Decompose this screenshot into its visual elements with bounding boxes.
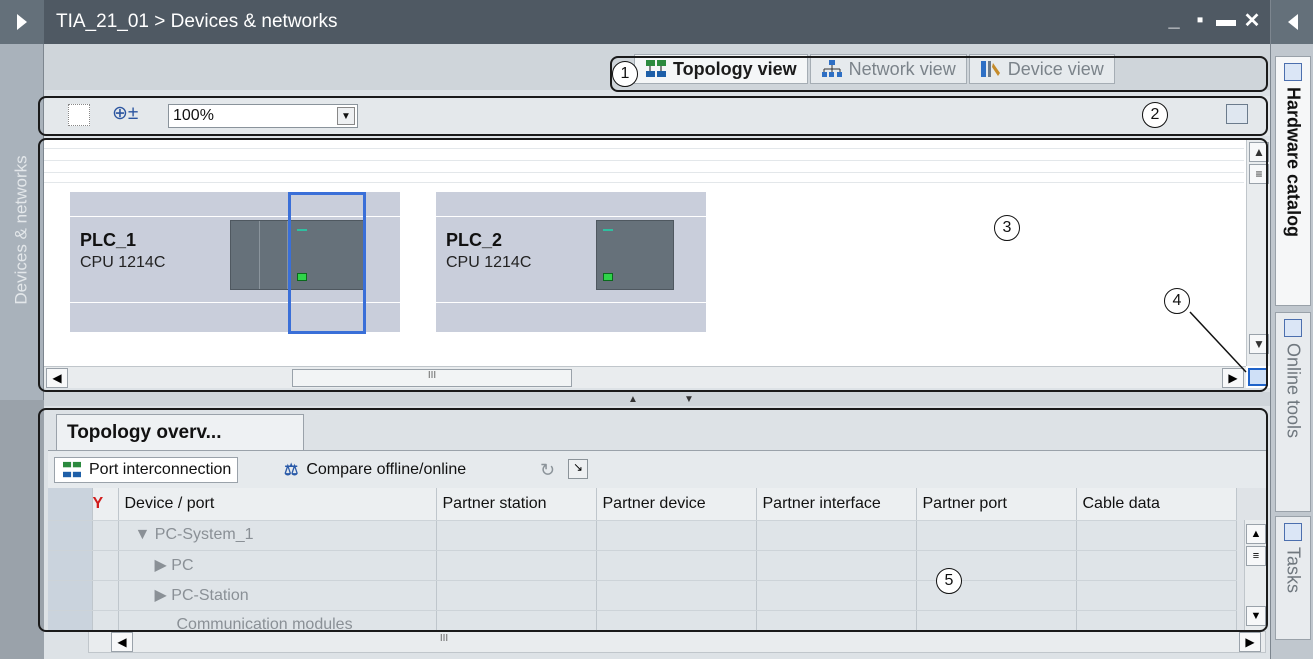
expand-project-panel-button[interactable] <box>0 0 44 44</box>
callout-4-leader <box>1189 311 1247 373</box>
callout-box-3 <box>38 138 1268 392</box>
tasks-label: Tasks <box>1283 547 1304 594</box>
callout-box-1 <box>610 56 1268 92</box>
window-controls: _ ▪ ▬ ✕ <box>1164 8 1262 33</box>
collapse-left-icon <box>1287 14 1298 30</box>
tia-portal-window: Devices & networks TIA_21_01 > Devices &… <box>0 0 1313 659</box>
tab-tasks[interactable]: Tasks <box>1275 516 1311 640</box>
catalog-icon <box>1284 63 1302 81</box>
splitter-up-icon[interactable]: ▲ <box>628 394 638 405</box>
tab-online-tools[interactable]: Online tools <box>1275 312 1311 512</box>
scroll-thumb[interactable]: III <box>119 633 769 651</box>
online-tools-label: Online tools <box>1283 343 1304 439</box>
task-cards-panel: Hardware catalog Online tools Tasks <box>1270 0 1313 659</box>
splitter-down-icon[interactable]: ▼ <box>684 394 694 405</box>
callout-5: 5 <box>936 568 962 594</box>
online-tools-icon <box>1284 319 1302 337</box>
tab-hardware-catalog[interactable]: Hardware catalog <box>1275 56 1311 306</box>
scroll-right-icon[interactable]: ▶ <box>1239 632 1261 652</box>
callout-2: 2 <box>1142 102 1168 128</box>
hardware-catalog-label: Hardware catalog <box>1283 87 1304 238</box>
maximize-button[interactable]: ▬ <box>1216 9 1236 32</box>
callout-box-5 <box>38 408 1268 632</box>
devices-networks-label: Devices & networks <box>12 155 31 305</box>
editor-area: TIA_21_01 > Devices & networks _ ▪ ▬ ✕ T… <box>38 0 1270 659</box>
callout-3: 3 <box>994 215 1020 241</box>
editor-title: TIA_21_01 > Devices & networks <box>56 11 338 32</box>
collapse-task-panel-button[interactable] <box>1271 0 1313 44</box>
pane-splitter[interactable]: ▲ ▼ <box>44 392 1270 406</box>
editor-titlebar: TIA_21_01 > Devices & networks _ ▪ ▬ ✕ <box>44 0 1270 44</box>
expand-right-icon <box>17 14 27 30</box>
minimize-button[interactable]: _ <box>1164 9 1184 32</box>
table-horizontal-scrollbar[interactable]: ◀ III ▶ <box>88 631 1266 653</box>
float-button[interactable]: ▪ <box>1190 9 1210 32</box>
tasks-icon <box>1284 523 1302 541</box>
devices-networks-panel-tab[interactable]: Devices & networks <box>6 110 38 350</box>
callout-box-2 <box>38 96 1268 136</box>
callout-1: 1 <box>612 61 638 87</box>
close-button[interactable]: ✕ <box>1242 8 1262 33</box>
